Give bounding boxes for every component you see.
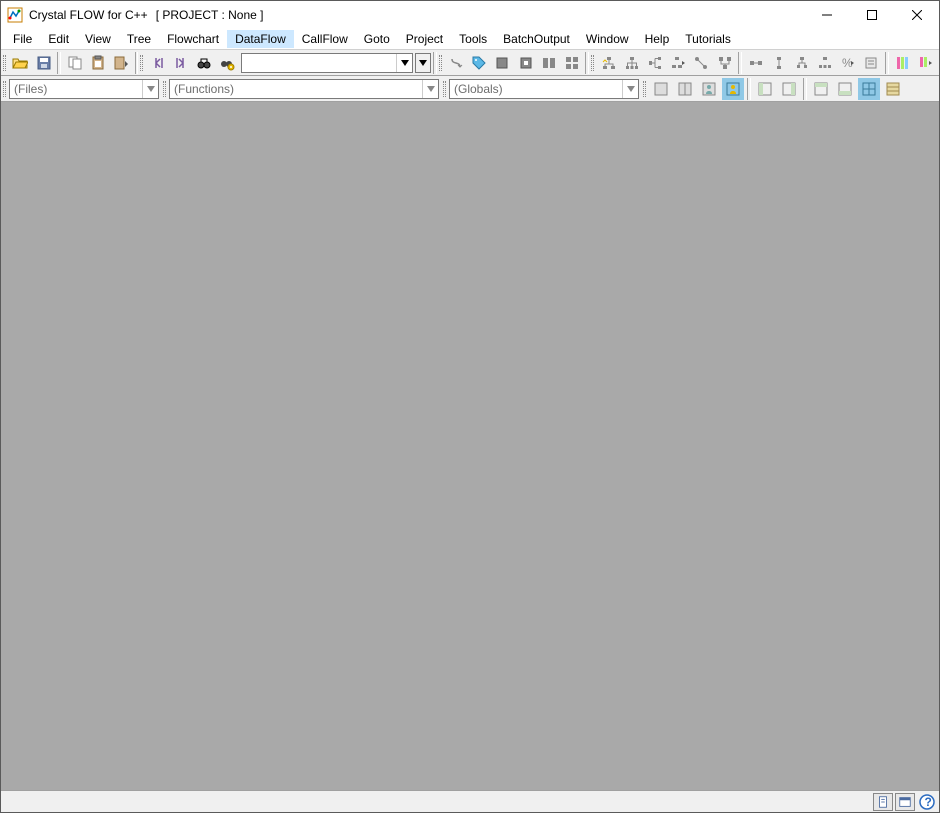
flow-button-1[interactable] bbox=[691, 52, 712, 74]
menu-dataflow[interactable]: DataFlow bbox=[227, 30, 294, 48]
layout-4-button[interactable] bbox=[834, 78, 856, 100]
toolbar2-grip-2[interactable] bbox=[163, 78, 167, 100]
pane-2-button[interactable] bbox=[674, 78, 696, 100]
tree-layout-1[interactable] bbox=[621, 52, 642, 74]
status-view-1[interactable] bbox=[873, 793, 893, 811]
layout-2-button[interactable] bbox=[778, 78, 800, 100]
globals-combo[interactable]: (Globals) bbox=[449, 79, 639, 99]
toolbar2-grip-4[interactable] bbox=[643, 78, 647, 100]
binoculars-gear-button[interactable] bbox=[217, 52, 238, 74]
close-button[interactable] bbox=[894, 1, 939, 28]
functions-combo[interactable]: (Functions) bbox=[169, 79, 439, 99]
layout-6-button[interactable] bbox=[882, 78, 904, 100]
flow-button-4[interactable] bbox=[768, 52, 789, 74]
tree-small-2[interactable] bbox=[815, 52, 836, 74]
menubar: File Edit View Tree Flowchart DataFlow C… bbox=[1, 28, 939, 50]
project-label: [ PROJECT : None ] bbox=[156, 8, 264, 22]
menu-batchoutput[interactable]: BatchOutput bbox=[495, 30, 578, 48]
functions-combo-text: (Functions) bbox=[170, 82, 422, 96]
block-2-button[interactable] bbox=[515, 52, 536, 74]
tree-dropdown-button[interactable] bbox=[668, 52, 689, 74]
search-extra-dropdown[interactable] bbox=[415, 53, 430, 73]
menu-file[interactable]: File bbox=[5, 30, 40, 48]
toolbar-grip-2[interactable] bbox=[140, 52, 144, 74]
toolbar-grip[interactable] bbox=[3, 52, 7, 74]
layout-1-button[interactable] bbox=[754, 78, 776, 100]
pane-person-button[interactable] bbox=[698, 78, 720, 100]
find-prev-button[interactable] bbox=[147, 52, 168, 74]
menu-tools[interactable]: Tools bbox=[451, 30, 495, 48]
paste-button[interactable] bbox=[87, 52, 108, 74]
toolbar-grip-3[interactable] bbox=[439, 52, 443, 74]
flow-button-2[interactable] bbox=[714, 52, 735, 74]
copy-button[interactable] bbox=[64, 52, 85, 74]
menu-tutorials[interactable]: Tutorials bbox=[677, 30, 739, 48]
chevron-down-icon[interactable] bbox=[422, 80, 438, 98]
tree-small-1[interactable] bbox=[791, 52, 812, 74]
toolbar2-grip-1[interactable] bbox=[3, 78, 7, 100]
app-icon bbox=[7, 7, 23, 23]
layout-5-button[interactable] bbox=[858, 78, 880, 100]
menu-flowchart[interactable]: Flowchart bbox=[159, 30, 227, 48]
find-next-button[interactable] bbox=[170, 52, 191, 74]
open-button[interactable] bbox=[10, 52, 31, 74]
flow-button-3[interactable] bbox=[745, 52, 766, 74]
status-help[interactable]: ? bbox=[917, 793, 937, 811]
tree-layout-2[interactable] bbox=[645, 52, 666, 74]
svg-text:?: ? bbox=[925, 795, 932, 809]
save-button[interactable] bbox=[33, 52, 54, 74]
workspace bbox=[1, 102, 939, 790]
menu-goto[interactable]: Goto bbox=[356, 30, 398, 48]
minimize-button[interactable] bbox=[804, 1, 849, 28]
toolbar-grip-4[interactable] bbox=[591, 52, 595, 74]
tag-button[interactable] bbox=[469, 52, 490, 74]
menu-help[interactable]: Help bbox=[637, 30, 678, 48]
app-title: Crystal FLOW for C++ bbox=[29, 8, 148, 22]
menu-tree[interactable]: Tree bbox=[119, 30, 159, 48]
chevron-down-icon[interactable] bbox=[142, 80, 158, 98]
search-combo-arrow-icon[interactable] bbox=[396, 54, 412, 72]
search-combo[interactable] bbox=[241, 53, 413, 73]
copy-tree-button[interactable] bbox=[861, 52, 882, 74]
layout-3-button[interactable] bbox=[810, 78, 832, 100]
maximize-button[interactable] bbox=[849, 1, 894, 28]
highlight-button[interactable] bbox=[892, 52, 913, 74]
binoculars-button[interactable] bbox=[194, 52, 215, 74]
block-1-button[interactable] bbox=[492, 52, 513, 74]
pane-active-button[interactable] bbox=[722, 78, 744, 100]
toolbar-main: % bbox=[1, 50, 939, 76]
highlight-dropdown[interactable] bbox=[915, 52, 936, 74]
toolbar-selectors: (Files) (Functions) (Globals) bbox=[1, 76, 939, 102]
paste-dropdown[interactable] bbox=[110, 52, 131, 74]
menu-view[interactable]: View bbox=[77, 30, 119, 48]
tree-in-button[interactable] bbox=[598, 52, 619, 74]
status-view-2[interactable] bbox=[895, 793, 915, 811]
chevron-down-icon[interactable] bbox=[622, 80, 638, 98]
menu-project[interactable]: Project bbox=[398, 30, 451, 48]
pane-1-button[interactable] bbox=[650, 78, 672, 100]
files-combo[interactable]: (Files) bbox=[9, 79, 159, 99]
block-4-button[interactable] bbox=[561, 52, 582, 74]
statusbar: ? bbox=[1, 790, 939, 812]
menu-edit[interactable]: Edit bbox=[40, 30, 77, 48]
titlebar: Crystal FLOW for C++ [ PROJECT : None ] bbox=[1, 1, 939, 28]
files-combo-text: (Files) bbox=[10, 82, 142, 96]
percent-button[interactable]: % bbox=[838, 52, 859, 74]
menu-callflow[interactable]: CallFlow bbox=[294, 30, 356, 48]
toolbar2-grip-3[interactable] bbox=[443, 78, 447, 100]
step-out-button[interactable] bbox=[446, 52, 467, 74]
block-3-button[interactable] bbox=[538, 52, 559, 74]
globals-combo-text: (Globals) bbox=[450, 82, 622, 96]
menu-window[interactable]: Window bbox=[578, 30, 637, 48]
